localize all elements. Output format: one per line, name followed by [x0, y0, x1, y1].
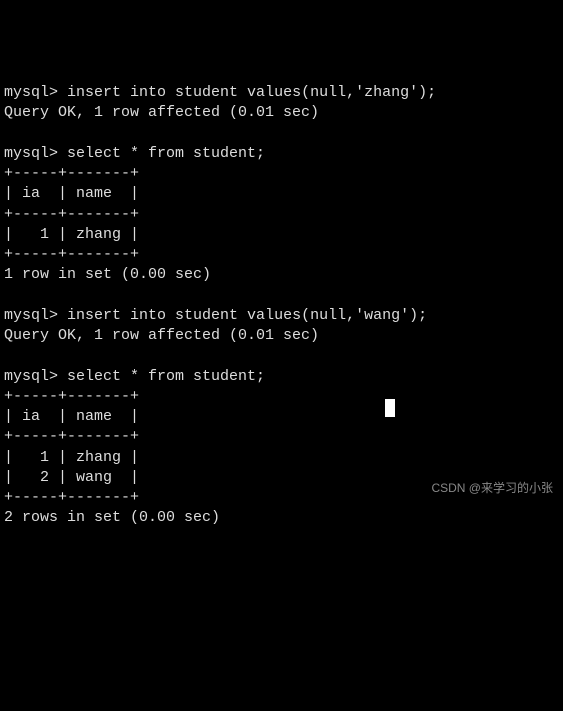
sql-command: insert into student values(null,'zhang')…: [67, 84, 436, 101]
cursor-icon: [385, 399, 395, 417]
table-row: | 1 | zhang |: [4, 226, 139, 243]
sql-command: insert into student values(null,'wang');: [67, 307, 427, 324]
table-border: +-----+-------+: [4, 489, 139, 506]
sql-command: select * from student;: [67, 145, 265, 162]
watermark: CSDN @来学习的小张: [431, 480, 553, 496]
mysql-prompt: mysql>: [4, 368, 58, 385]
table-border: +-----+-------+: [4, 206, 139, 223]
mysql-prompt: mysql>: [4, 145, 58, 162]
table-header: | ia | name |: [4, 408, 139, 425]
query-result: Query OK, 1 row affected (0.01 sec): [4, 327, 319, 344]
table-row: | 1 | zhang |: [4, 449, 139, 466]
query-result: 2 rows in set (0.00 sec): [4, 509, 220, 526]
mysql-prompt: mysql>: [4, 307, 58, 324]
table-row: | 2 | wang |: [4, 469, 139, 486]
mysql-prompt: mysql>: [4, 84, 58, 101]
terminal[interactable]: mysql> insert into student values(null,'…: [4, 83, 559, 529]
sql-command: select * from student;: [67, 368, 265, 385]
query-result: Query OK, 1 row affected (0.01 sec): [4, 104, 319, 121]
table-border: +-----+-------+: [4, 428, 139, 445]
table-header: | ia | name |: [4, 185, 139, 202]
table-border: +-----+-------+: [4, 246, 139, 263]
query-result: 1 row in set (0.00 sec): [4, 266, 211, 283]
table-border: +-----+-------+: [4, 165, 139, 182]
table-border: +-----+-------+: [4, 388, 139, 405]
